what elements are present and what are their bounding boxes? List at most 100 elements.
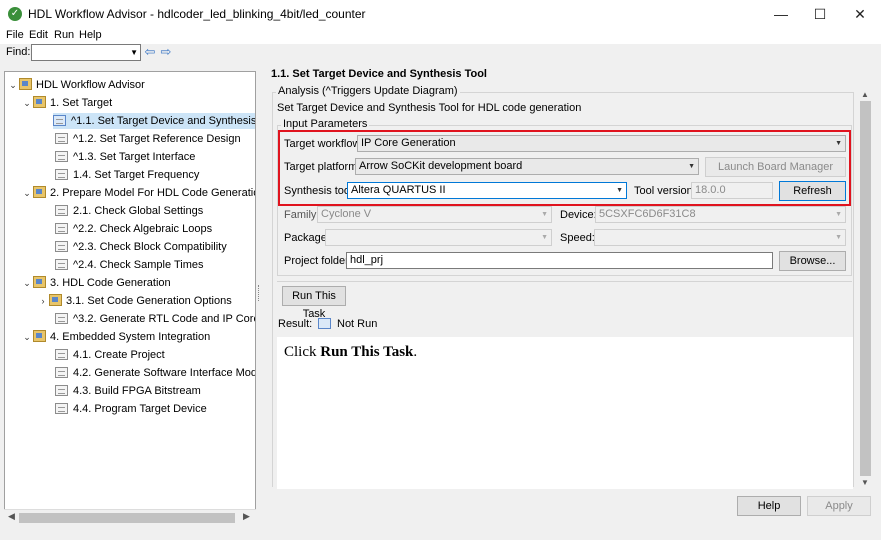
- chevron-down-icon[interactable]: ⌄: [21, 185, 33, 201]
- tree-item-label: ^1.2. Set Target Reference Design: [73, 133, 241, 145]
- chevron-down-icon[interactable]: ▼: [541, 230, 548, 245]
- task-icon: [55, 403, 68, 414]
- tree-root[interactable]: ⌄ HDL Workflow Advisor: [7, 77, 145, 93]
- minimize-button[interactable]: —: [761, 0, 801, 28]
- folder-icon: [33, 96, 46, 108]
- tree-item-1-1[interactable]: ^1.1. Set Target Device and Synthesis To…: [53, 113, 256, 129]
- tree-item-label: 4.2. Generate Software Interface Model: [73, 367, 256, 379]
- package-select[interactable]: ▼: [325, 229, 552, 246]
- find-next-icon[interactable]: ⇨: [159, 45, 173, 59]
- task-icon: [55, 205, 68, 216]
- task-description: Set Target Device and Synthesis Tool for…: [277, 102, 582, 114]
- device-label: Device:: [560, 209, 597, 221]
- folder-icon: [49, 294, 62, 306]
- family-value: Cyclone V: [321, 208, 372, 220]
- chevron-right-icon[interactable]: ›: [37, 293, 49, 309]
- tree-item-hdl-codegen[interactable]: ⌄ 3. HDL Code Generation: [21, 275, 171, 291]
- tree-item-label: ^2.2. Check Algebraic Loops: [73, 223, 213, 235]
- find-label: Find:: [6, 46, 31, 58]
- tree-item-2-3[interactable]: ^2.3. Check Block Compatibility: [55, 239, 227, 255]
- tree-item-4-3[interactable]: 4.3. Build FPGA Bitstream: [55, 383, 201, 399]
- menu-run[interactable]: Run: [54, 29, 74, 41]
- folder-icon: [33, 330, 46, 342]
- find-input[interactable]: ▼: [31, 44, 141, 61]
- run-this-task-button[interactable]: Run This Task: [282, 286, 346, 320]
- task-icon: [55, 133, 68, 144]
- tree-item-1-4[interactable]: 1.4. Set Target Frequency: [55, 167, 199, 183]
- chevron-down-icon[interactable]: ⌄: [21, 95, 33, 111]
- scroll-left-icon[interactable]: ◀: [8, 511, 15, 522]
- result-message-suffix: .: [413, 344, 418, 360]
- chevron-down-icon[interactable]: ▼: [541, 207, 548, 222]
- scroll-down-icon[interactable]: ▼: [861, 478, 869, 487]
- tree-item-label: 4.1. Create Project: [73, 349, 165, 361]
- menu-edit[interactable]: Edit: [29, 29, 48, 41]
- project-folder-label: Project folder:: [284, 255, 352, 267]
- device-select[interactable]: 5CSXFC6D6F31C8 ▼: [595, 206, 846, 223]
- task-icon: [55, 367, 68, 378]
- folder-icon: [19, 78, 32, 90]
- chevron-down-icon[interactable]: ⌄: [7, 77, 19, 93]
- tree-item-4-2[interactable]: 4.2. Generate Software Interface Model: [55, 365, 256, 381]
- menu-bar: File Edit Run Help: [0, 28, 881, 44]
- task-icon: [55, 241, 68, 252]
- tree-item-label: ^1.1. Set Target Device and Synthesis To…: [71, 115, 256, 127]
- chevron-down-icon[interactable]: ▼: [835, 230, 842, 245]
- tree-item-4-1[interactable]: 4.1. Create Project: [55, 347, 165, 363]
- chevron-down-icon[interactable]: ⌄: [21, 275, 33, 291]
- tree-item-3-1[interactable]: › 3.1. Set Code Generation Options: [37, 293, 232, 309]
- close-button[interactable]: ✕: [840, 0, 880, 28]
- divider: [277, 281, 852, 282]
- menu-file[interactable]: File: [6, 29, 24, 41]
- find-bar: Find: ▼ ⇦ ⇨: [0, 44, 881, 62]
- task-icon: [55, 169, 68, 180]
- help-button[interactable]: Help: [737, 496, 801, 516]
- speed-select[interactable]: ▼: [594, 229, 846, 246]
- chevron-down-icon[interactable]: ▼: [130, 45, 138, 60]
- tree-item-2-1[interactable]: 2.1. Check Global Settings: [55, 203, 203, 219]
- panel-splitter[interactable]: [258, 285, 260, 301]
- tree-item-prepare-model[interactable]: ⌄ 2. Prepare Model For HDL Code Generatio…: [21, 185, 256, 201]
- not-run-icon: [318, 318, 331, 329]
- tree-item-2-4[interactable]: ^2.4. Check Sample Times: [55, 257, 204, 273]
- project-folder-field[interactable]: hdl_prj: [346, 252, 773, 269]
- tree-item-label: ^2.3. Check Block Compatibility: [73, 241, 227, 253]
- tree-item-label: ^1.3. Set Target Interface: [73, 151, 196, 163]
- tree-item-label: 2.1. Check Global Settings: [73, 205, 204, 217]
- tree-item-2-2[interactable]: ^2.2. Check Algebraic Loops: [55, 221, 212, 237]
- task-icon: [55, 259, 68, 270]
- scroll-up-icon[interactable]: ▲: [861, 90, 869, 99]
- family-select[interactable]: Cyclone V ▼: [317, 206, 552, 223]
- tree-item-label: 2. Prepare Model For HDL Code Generation: [50, 187, 256, 199]
- scroll-right-icon[interactable]: ▶: [243, 511, 250, 522]
- tree-item-3-2[interactable]: ^3.2. Generate RTL Code and IP Core: [55, 311, 255, 327]
- tree-item-label: 4. Embedded System Integration: [50, 331, 211, 343]
- scroll-thumb[interactable]: [19, 513, 235, 523]
- chevron-down-icon[interactable]: ▼: [835, 207, 842, 222]
- speed-label: Speed:: [560, 232, 595, 244]
- tree-item-1-2[interactable]: ^1.2. Set Target Reference Design: [55, 131, 241, 147]
- tree-item-label: 1.4. Set Target Frequency: [73, 169, 200, 181]
- result-output: Click Run This Task.: [277, 337, 853, 489]
- tree-item-4-4[interactable]: 4.4. Program Target Device: [55, 401, 207, 417]
- tree-item-embedded[interactable]: ⌄ 4. Embedded System Integration: [21, 329, 210, 345]
- tree-item-set-target[interactable]: ⌄ 1. Set Target: [21, 95, 112, 111]
- folder-icon: [33, 186, 46, 198]
- window-title: HDL Workflow Advisor - hdlcoder_led_blin…: [28, 7, 366, 21]
- result-status: Not Run: [337, 318, 378, 330]
- apply-button[interactable]: Apply: [807, 496, 871, 516]
- scroll-thumb[interactable]: [860, 101, 871, 476]
- right-vertical-scrollbar[interactable]: ▲ ▼: [857, 88, 874, 490]
- chevron-down-icon[interactable]: ⌄: [21, 329, 33, 345]
- app-icon: ✓: [8, 7, 22, 21]
- browse-button[interactable]: Browse...: [779, 251, 846, 271]
- tree-horizontal-scrollbar[interactable]: ◀ ▶: [4, 509, 256, 525]
- task-icon: [55, 151, 68, 162]
- result-message-bold: Run This Task: [320, 344, 414, 360]
- maximize-button[interactable]: ☐: [800, 0, 840, 28]
- tree-item-label: 3. HDL Code Generation: [50, 277, 171, 289]
- menu-help[interactable]: Help: [79, 29, 102, 41]
- find-previous-icon[interactable]: ⇦: [143, 45, 157, 59]
- result-message: Click Run This Task.: [284, 344, 417, 361]
- tree-item-1-3[interactable]: ^1.3. Set Target Interface: [55, 149, 195, 165]
